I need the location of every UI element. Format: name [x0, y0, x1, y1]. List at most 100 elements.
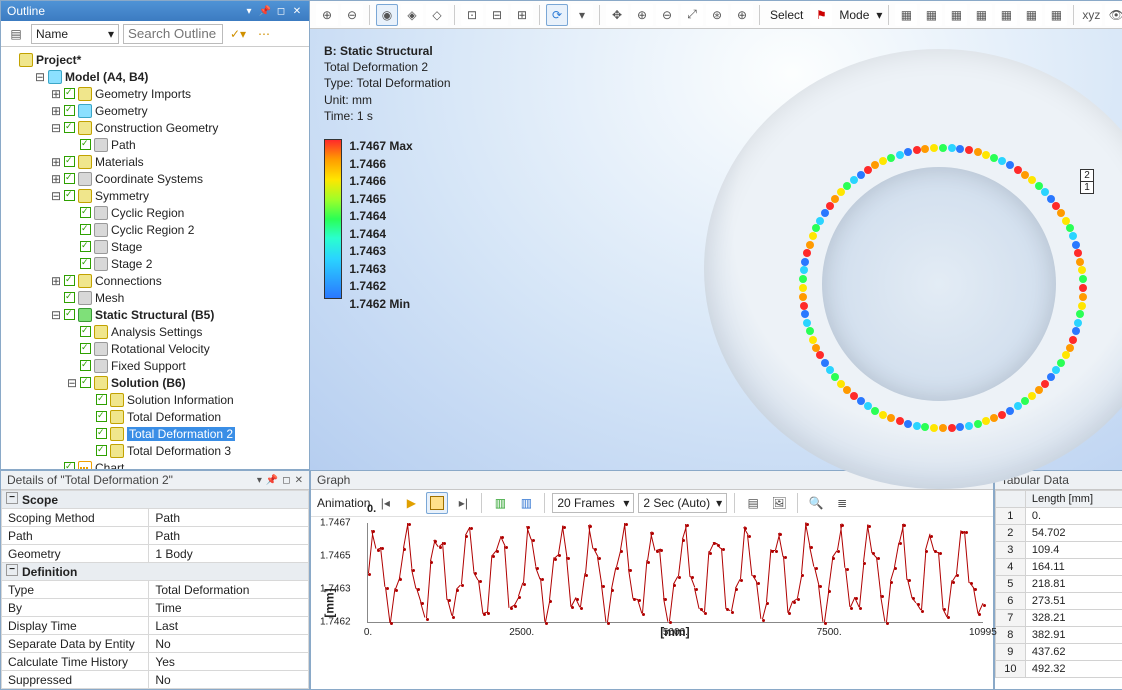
tree-project[interactable]: Project* — [36, 53, 81, 67]
chevron-down-icon[interactable]: ▾ — [876, 8, 882, 22]
view-edges-icon[interactable]: ◇ — [426, 4, 448, 26]
fit-icon[interactable]: ⤢ — [681, 4, 703, 26]
expand-icon[interactable]: ⋯ — [253, 23, 275, 45]
sel-node-icon[interactable]: ▦ — [995, 4, 1017, 26]
view-shaded-icon[interactable]: ◉ — [376, 4, 398, 26]
collapse-icon[interactable]: ⊟ — [51, 308, 61, 322]
anim-stop-icon[interactable] — [426, 492, 448, 514]
search-options-icon[interactable]: ✓▾ — [227, 23, 249, 45]
select-point-icon[interactable]: ⊡ — [461, 4, 483, 26]
tree-item[interactable]: Cyclic Region 2 — [111, 223, 194, 237]
collapse-icon[interactable]: ⊟ — [67, 376, 77, 390]
tree-item[interactable]: Solution (B6) — [111, 376, 186, 390]
tabular-table[interactable]: Length [mm] Value [mm] 10.1.7462254.7021… — [995, 490, 1122, 678]
tree-item-selected[interactable]: Total Deformation 2 — [127, 427, 235, 441]
tree-model[interactable]: Model (A4, B4) — [65, 70, 148, 84]
scene-3d[interactable]: B: Static Structural Total Deformation 2… — [310, 29, 1122, 470]
anim-play-icon[interactable]: ▶ — [400, 492, 422, 514]
tree-item[interactable]: Coordinate Systems — [95, 172, 203, 186]
expand-icon[interactable]: ⊞ — [51, 172, 61, 186]
select-face-icon[interactable]: ⊞ — [511, 4, 533, 26]
tree-item[interactable]: Analysis Settings — [111, 325, 202, 339]
anim-mode1-icon[interactable]: ▥ — [489, 492, 511, 514]
tree-item[interactable]: Symmetry — [95, 189, 149, 203]
rotate-menu-icon[interactable]: ▾ — [571, 4, 593, 26]
export-icon[interactable]: ▤ — [742, 492, 764, 514]
stage-icon — [94, 257, 108, 271]
sel-edge-icon[interactable]: ▦ — [945, 4, 967, 26]
look-at-icon[interactable]: ⊕ — [731, 4, 753, 26]
pin-icon[interactable]: 📌 — [259, 5, 271, 17]
chart-area[interactable]: [mm] 0. 1.74671.74651.74631.74620.2500.5… — [311, 517, 993, 689]
sel-element-icon[interactable]: ▦ — [1020, 4, 1042, 26]
perspective-icon[interactable]: 👁 — [1105, 4, 1122, 26]
details-table[interactable]: ScopeScoping MethodPathPathPathGeometry1… — [1, 490, 309, 689]
speed-combo[interactable]: 2 Sec (Auto)▾ — [638, 493, 727, 513]
coord-icon[interactable]: xyz — [1080, 4, 1102, 26]
tree-item[interactable]: Static Structural (B5) — [95, 308, 214, 322]
frames-combo[interactable]: 20 Frames▾ — [552, 493, 634, 513]
anim-first-icon[interactable]: |◂ — [374, 492, 396, 514]
tree-item[interactable]: Geometry Imports — [95, 87, 191, 101]
zoom-icon[interactable]: ⊕ — [631, 4, 653, 26]
filter-combo[interactable]: Name▾ — [31, 24, 119, 44]
expand-icon[interactable]: ⊞ — [51, 274, 61, 288]
pan-icon[interactable]: ✥ — [606, 4, 628, 26]
dropdown-icon[interactable]: ▾ — [243, 5, 255, 17]
zoom-box-icon[interactable]: ⊖ — [656, 4, 678, 26]
view-wire-icon[interactable]: ◈ — [401, 4, 423, 26]
pin-icon[interactable]: 📌 — [266, 475, 278, 486]
tree-item[interactable]: Stage 2 — [111, 257, 152, 271]
expand-icon[interactable]: ⊞ — [51, 104, 61, 118]
window-icon[interactable]: ◻ — [282, 475, 290, 486]
tree-item[interactable]: Rotational Velocity — [111, 342, 210, 356]
legend-icon[interactable]: ≣ — [831, 492, 853, 514]
sel-vertex-icon[interactable]: ▦ — [970, 4, 992, 26]
window-icon[interactable]: ◻ — [275, 5, 287, 17]
tree-item[interactable]: Connections — [95, 274, 162, 288]
tree-item[interactable]: Total Deformation 3 — [127, 444, 231, 458]
collapse-icon[interactable]: ⊟ — [51, 189, 61, 203]
tree-item[interactable]: Solution Information — [127, 393, 234, 407]
tree-item[interactable]: Construction Geometry — [95, 121, 218, 135]
search-input[interactable] — [123, 24, 223, 44]
tree-item[interactable]: Stage — [111, 240, 142, 254]
image-icon[interactable]: 🖼 — [768, 492, 790, 514]
sel-body-icon[interactable]: ▦ — [895, 4, 917, 26]
zoom-in-icon[interactable]: ⊕ — [316, 4, 338, 26]
anim-mode2-icon[interactable]: ▥ — [515, 492, 537, 514]
sel-all-icon[interactable]: ▦ — [1045, 4, 1067, 26]
filter-icon[interactable]: ▤ — [5, 23, 27, 45]
tree-item[interactable]: Mesh — [95, 291, 124, 305]
tree-item[interactable]: Materials — [95, 155, 144, 169]
col-index[interactable] — [995, 491, 1025, 508]
expand-icon[interactable]: ⊞ — [51, 87, 61, 101]
select-mode-icon[interactable]: ⚑ — [810, 4, 832, 26]
cs-icon — [78, 172, 92, 186]
details-titlebar[interactable]: Details of "Total Deformation 2" ▾📌◻✕ — [1, 471, 309, 490]
probe-labels[interactable]: 2 1 — [1080, 169, 1094, 194]
tree-item[interactable]: Geometry — [95, 104, 148, 118]
select-edge-icon[interactable]: ⊟ — [486, 4, 508, 26]
tree-item[interactable]: Fixed Support — [111, 359, 186, 373]
fit-sel-icon[interactable]: ⊛ — [706, 4, 728, 26]
expand-icon[interactable]: ⊞ — [51, 155, 61, 169]
close-icon[interactable]: ✕ — [295, 475, 303, 486]
col-length[interactable]: Length [mm] — [1025, 491, 1122, 508]
outline-titlebar[interactable]: Outline ▾ 📌 ◻ ✕ — [1, 1, 309, 21]
tree-item[interactable]: Total Deformation — [127, 410, 221, 424]
close-icon[interactable]: ✕ — [291, 5, 303, 17]
anim-last-icon[interactable]: ▸| — [452, 492, 474, 514]
dropdown-icon[interactable]: ▾ — [257, 475, 262, 486]
sel-face-icon[interactable]: ▦ — [920, 4, 942, 26]
tree-item[interactable]: Chart — [95, 461, 124, 470]
collapse-icon[interactable]: ⊟ — [51, 121, 61, 135]
collapse-icon[interactable]: ⊟ — [35, 70, 45, 84]
tree-item[interactable]: Cyclic Region — [111, 206, 184, 220]
rotate-icon[interactable]: ⟳ — [546, 4, 568, 26]
outline-tree[interactable]: Project* ⊟ Model (A4, B4) ⊞ Geometry Impor… — [1, 47, 309, 469]
zoom-icon[interactable]: 🔍 — [805, 492, 827, 514]
zoom-out-icon[interactable]: ⊖ — [341, 4, 363, 26]
cyclic-icon — [94, 206, 108, 220]
tree-item[interactable]: Path — [111, 138, 136, 152]
